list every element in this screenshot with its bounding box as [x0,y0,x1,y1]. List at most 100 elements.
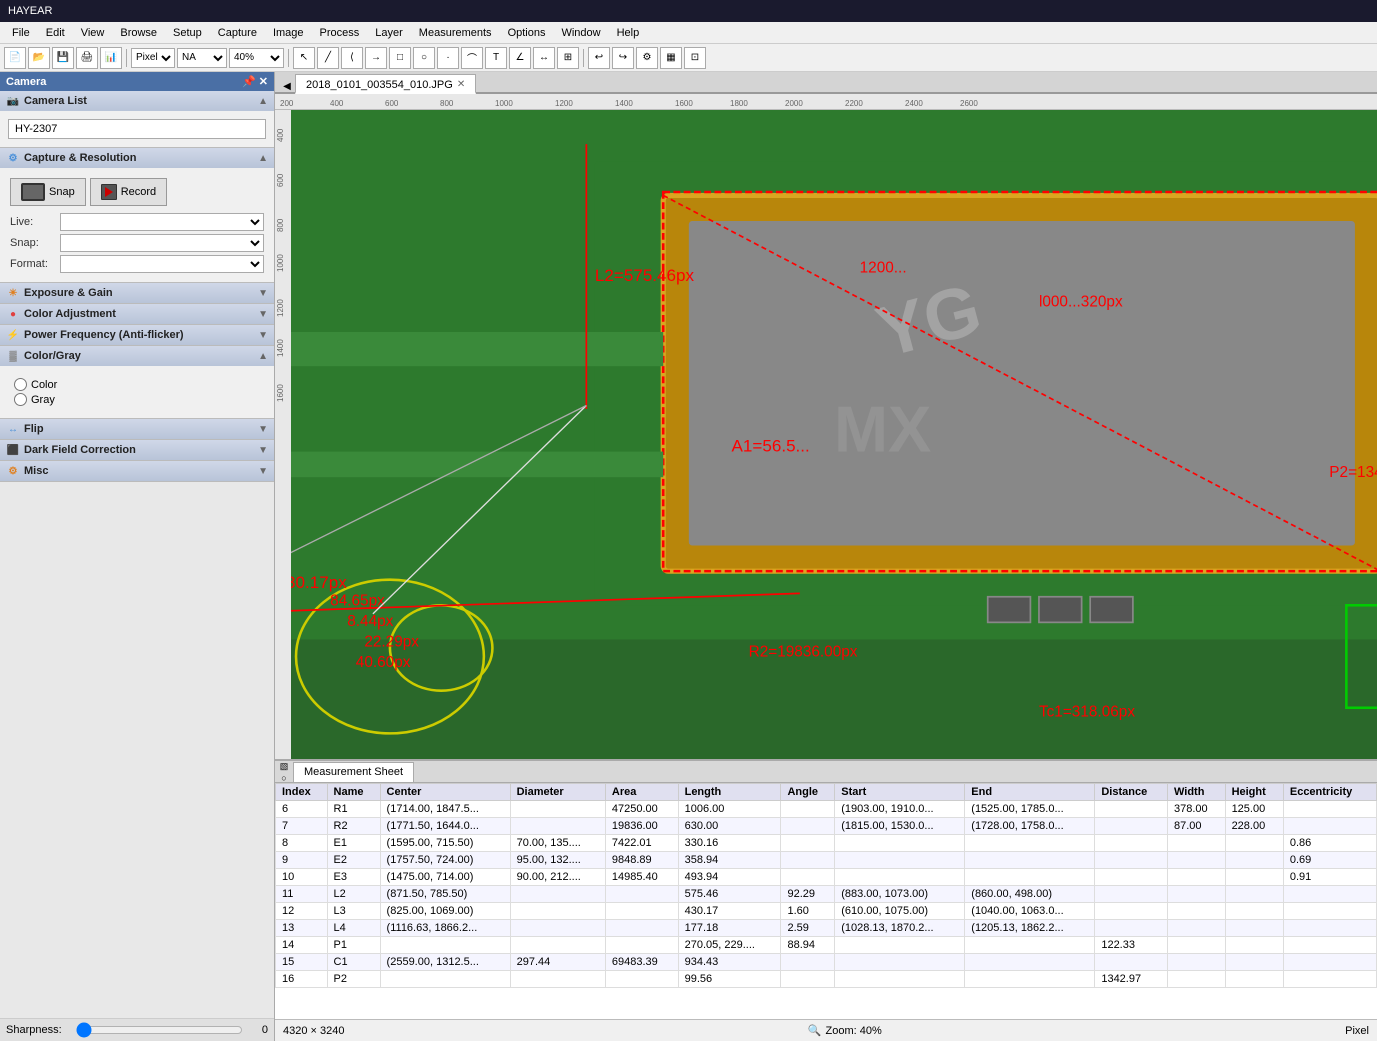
table-row[interactable]: 6R1(1714.00, 1847.5...47250.001006.00(19… [276,801,1377,818]
toolbar-arc[interactable]: ⌒ [461,47,483,69]
camera-panel-header[interactable]: Camera 📌 ✕ [0,72,274,91]
table-row[interactable]: 15C1(2559.00, 1312.5...297.4469483.39934… [276,954,1377,971]
svg-text:1000: 1000 [495,99,513,108]
toolbar-rect[interactable]: □ [389,47,411,69]
misc-header[interactable]: ⚙ Misc ▼ [0,461,274,481]
flip-header[interactable]: ↔ Flip ▼ [0,419,274,439]
tab-nav-left[interactable]: ◀ [279,81,295,92]
toolbar-open[interactable]: 📂 [28,47,50,69]
camera-item-hy2307[interactable]: HY-2307 [8,119,266,139]
live-select[interactable] [60,213,264,231]
table-row[interactable]: 9E2(1757.50, 724.00)95.00, 132....9848.8… [276,852,1377,869]
exposure-collapse[interactable]: ▼ [258,288,268,299]
power-freq-header[interactable]: ⚡ Power Frequency (Anti-flicker) ▼ [0,325,274,345]
exposure-header[interactable]: ☀ Exposure & Gain ▼ [0,283,274,303]
toolbar-calib[interactable]: ⊞ [557,47,579,69]
dark-field-header[interactable]: ⬛ Dark Field Correction ▼ [0,440,274,460]
color-adj-header[interactable]: ● Color Adjustment ▼ [0,304,274,324]
color-gray-header[interactable]: ▓ Color/Gray ▲ [0,346,274,366]
sharpness-slider[interactable] [76,1022,243,1038]
color-adj-collapse[interactable]: ▼ [258,309,268,320]
menu-browse[interactable]: Browse [112,25,165,41]
gray-radio[interactable] [14,393,27,406]
power-collapse[interactable]: ▼ [258,330,268,341]
table-row[interactable]: 11L2(871.50, 785.50)575.4692.29(883.00, … [276,886,1377,903]
toolbar-btn5[interactable]: 📊 [100,47,122,69]
table-row[interactable]: 14P1270.05, 229....88.94122.33 [276,937,1377,954]
flip-collapse[interactable]: ▼ [258,424,268,435]
th-length: Length [678,784,781,801]
tab-close-icon[interactable]: ✕ [457,79,465,90]
image-area[interactable]: YG MX [291,110,1377,759]
menu-measurements[interactable]: Measurements [411,25,500,41]
camera-list-collapse[interactable]: ▲ [258,96,268,107]
toolbar-cursor[interactable]: ↖ [293,47,315,69]
toolbar-arrow[interactable]: → [365,47,387,69]
td-name: P2 [327,971,380,988]
toolbar-view1[interactable]: ▦ [660,47,682,69]
toolbar-text[interactable]: T [485,47,507,69]
measurement-sheet-tab[interactable]: Measurement Sheet [293,762,414,782]
menu-file[interactable]: File [4,25,38,41]
snap-select[interactable] [60,234,264,252]
toolbar-redo[interactable]: ↪ [612,47,634,69]
capture-content: Snap Record Live: Snap: [0,168,274,282]
misc-collapse[interactable]: ▼ [258,466,268,477]
toolbar-dot[interactable]: · [437,47,459,69]
menu-window[interactable]: Window [553,25,608,41]
td-center: (2559.00, 1312.5... [380,954,510,971]
color-adj-icon: ● [6,307,20,321]
format-select[interactable] [60,255,264,273]
main-image-tab[interactable]: 2018_0101_003554_010.JPG ✕ [295,74,476,94]
color-radio-row[interactable]: Color [14,378,260,391]
menu-setup[interactable]: Setup [165,25,210,41]
table-row[interactable]: 13L4(1116.63, 1866.2...177.182.59(1028.1… [276,920,1377,937]
menu-options[interactable]: Options [500,25,554,41]
camera-list-header[interactable]: 📷 Camera List ▲ [0,91,274,111]
toolbar-undo[interactable]: ↩ [588,47,610,69]
na-select[interactable]: NA [177,48,227,68]
table-row[interactable]: 16P299.561342.97 [276,971,1377,988]
table-row[interactable]: 10E3(1475.00, 714.00)90.00, 212....14985… [276,869,1377,886]
menu-process[interactable]: Process [312,25,368,41]
td-eccentricity [1283,954,1376,971]
toolbar-angle[interactable]: ∠ [509,47,531,69]
table-row[interactable]: 8E1(1595.00, 715.50)70.00, 135....7422.0… [276,835,1377,852]
dark-field-collapse[interactable]: ▼ [258,445,268,456]
capture-header[interactable]: ⚙ Capture & Resolution ▲ [0,148,274,168]
gray-radio-row[interactable]: Gray [14,393,260,406]
svg-text:600: 600 [385,99,399,108]
toolbar-line[interactable]: ╱ [317,47,339,69]
td-distance [1095,869,1168,886]
close-icon[interactable]: ✕ [259,75,268,88]
color-radio[interactable] [14,378,27,391]
zoom-select[interactable]: 40% [229,48,284,68]
menu-image[interactable]: Image [265,25,312,41]
record-button[interactable]: Record [90,178,167,206]
toolbar-settings[interactable]: ⚙ [636,47,658,69]
capture-collapse[interactable]: ▲ [258,153,268,164]
toolbar-multi[interactable]: ⟨ [341,47,363,69]
menu-help[interactable]: Help [609,25,648,41]
toolbar-view2[interactable]: ⊡ [684,47,706,69]
pin-icon[interactable]: 📌 [242,75,256,88]
menu-capture[interactable]: Capture [210,25,265,41]
toolbar-save[interactable]: 💾 [52,47,74,69]
td-area [605,937,678,954]
camera-header-icons: 📌 ✕ [242,75,268,88]
table-row[interactable]: 12L3(825.00, 1069.00)430.171.60(610.00, … [276,903,1377,920]
table-row[interactable]: 7R2(1771.50, 1644.0...19836.00630.00(181… [276,818,1377,835]
menu-edit[interactable]: Edit [38,25,73,41]
color-gray-collapse[interactable]: ▲ [258,351,268,362]
toolbar-btn4[interactable]: 🖨 [76,47,98,69]
menu-view[interactable]: View [73,25,113,41]
toolbar-new[interactable]: 📄 [4,47,26,69]
toolbar-circle[interactable]: ○ [413,47,435,69]
live-label: Live: [10,216,60,228]
toolbar-dist[interactable]: ↔ [533,47,555,69]
measurement-table-container[interactable]: Index Name Center Diameter Area Length A… [275,783,1377,1019]
pixel-select[interactable]: Pixel [131,48,175,68]
menu-layer[interactable]: Layer [367,25,411,41]
td-center: (1116.63, 1866.2... [380,920,510,937]
snap-button[interactable]: Snap [10,178,86,206]
